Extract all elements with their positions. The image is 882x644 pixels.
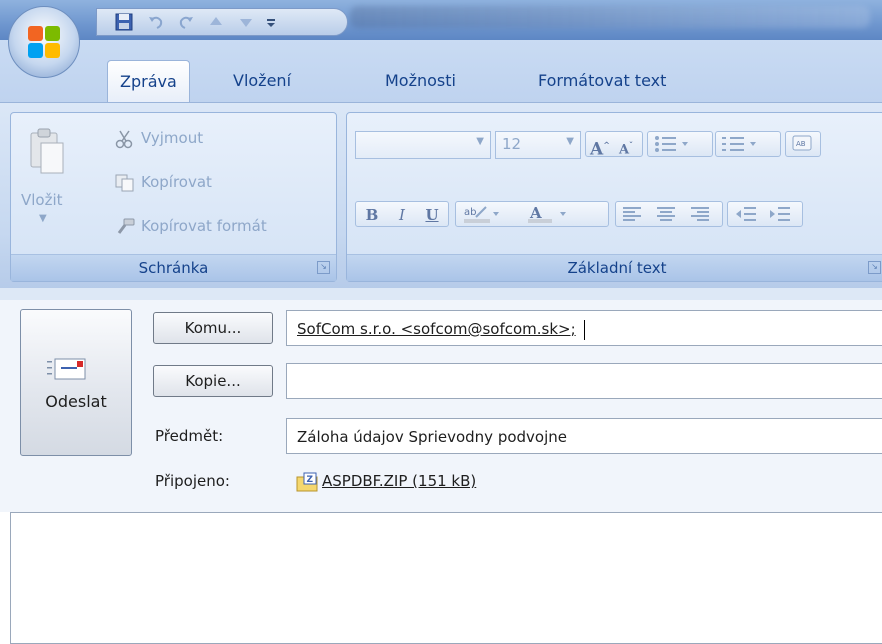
window-title-blurred	[350, 6, 870, 28]
indent-group	[727, 201, 803, 227]
format-painter-label: Kopírovat formát	[141, 217, 267, 235]
font-size-value: 12	[502, 135, 522, 153]
format-painter-icon	[117, 218, 135, 234]
send-envelope-icon	[47, 358, 86, 380]
format-painter-button[interactable]: Kopírovat formát	[111, 215, 331, 239]
zip-file-icon: Z	[296, 472, 318, 491]
svg-text:ab: ab	[464, 207, 476, 218]
send-button[interactable]: Odeslat	[20, 309, 132, 456]
text-caret	[583, 319, 585, 340]
increase-indent-icon[interactable]	[768, 205, 792, 223]
font-color-icon[interactable]: A	[526, 204, 576, 224]
highlight-fontcolor-group: ab A	[455, 201, 609, 227]
decrease-indent-icon[interactable]	[734, 205, 758, 223]
previous-item-icon[interactable]	[207, 13, 225, 31]
cut-button[interactable]: Vyjmout	[111, 127, 311, 151]
bold-button[interactable]: B	[358, 202, 386, 228]
font-size-dropdown-icon[interactable]: ▼	[566, 136, 574, 147]
bullets-button[interactable]	[647, 131, 713, 157]
highlight-icon[interactable]: ab	[462, 204, 502, 224]
font-name-combobox[interactable]: ▼	[355, 131, 491, 159]
clipboard-group: Vložit ▼ Vyjmout Kopírovat Kopírovat for…	[10, 112, 337, 282]
shrink-font-icon[interactable]: Aˇ	[612, 132, 640, 158]
to-field[interactable]: SofCom s.r.o. <sofcom@sofcom.sk>;	[286, 310, 882, 346]
italic-button[interactable]: I	[388, 202, 416, 228]
scissors-icon	[115, 130, 133, 149]
bullet-list-icon	[655, 136, 688, 152]
subject-field[interactable]: Záloha údajov Sprievodny podvojne	[286, 418, 882, 454]
office-button[interactable]	[8, 6, 80, 78]
basic-text-launcher-icon[interactable]: ↘	[868, 261, 881, 274]
customize-qat-icon[interactable]	[265, 13, 277, 31]
font-name-dropdown-icon[interactable]: ▼	[476, 136, 484, 147]
subject-label: Předmět:	[155, 427, 224, 445]
copy-icon	[115, 174, 134, 192]
attached-label: Připojeno:	[155, 472, 230, 490]
grow-font-icon[interactable]: A^	[586, 132, 614, 160]
message-body-editor[interactable]	[10, 512, 882, 644]
grow-shrink-font-buttons: A^ Aˇ	[585, 131, 643, 160]
bold-italic-underline-group: B I U	[355, 201, 449, 227]
numbering-button[interactable]	[715, 131, 781, 157]
redo-icon[interactable]	[177, 13, 195, 31]
tab-format-text[interactable]: Formátovat text	[538, 60, 666, 102]
align-center-icon[interactable]	[656, 205, 676, 223]
paste-dropdown-icon[interactable]: ▼	[39, 213, 47, 224]
quick-access-toolbar	[96, 8, 348, 36]
underline-button[interactable]: U	[418, 202, 446, 228]
align-left-icon[interactable]	[622, 205, 642, 223]
font-size-combobox[interactable]: 12 ▼	[495, 131, 581, 159]
clipboard-launcher-icon[interactable]: ↘	[317, 261, 330, 274]
paste-button[interactable]: Vložit ▼	[17, 121, 77, 241]
paste-label: Vložit	[21, 191, 63, 209]
tab-insert[interactable]: Vložení	[233, 60, 291, 102]
numbered-list-icon	[722, 137, 756, 151]
spelling-icon: AB	[792, 135, 812, 151]
send-label: Odeslat	[45, 392, 107, 411]
next-item-icon[interactable]	[237, 13, 255, 31]
attachment-field: Z ASPDBF.ZIP (151 kB)	[286, 463, 882, 499]
to-button[interactable]: Komu...	[153, 312, 273, 344]
to-recipient[interactable]: SofCom s.r.o. <sofcom@sofcom.sk>;	[297, 320, 576, 338]
svg-text:Z: Z	[307, 475, 314, 485]
save-icon[interactable]	[115, 13, 133, 31]
copy-button[interactable]: Kopírovat	[111, 171, 311, 195]
clipboard-group-label: Schránka ↘	[11, 254, 336, 281]
styles-button[interactable]: AB	[785, 131, 821, 157]
cc-button[interactable]: Kopie...	[153, 365, 273, 397]
basic-text-group: ▼ 12 ▼ A^ Aˇ AB B I U ab A Základní text…	[346, 112, 882, 282]
align-right-icon[interactable]	[690, 205, 710, 223]
cc-field[interactable]	[286, 363, 882, 399]
attachment-link[interactable]: ASPDBF.ZIP (151 kB)	[322, 472, 476, 490]
paste-icon	[30, 128, 64, 174]
svg-text:AB: AB	[796, 140, 806, 148]
basic-text-group-label: Základní text ↘	[347, 254, 882, 281]
copy-label: Kopírovat	[141, 173, 212, 191]
subject-value: Záloha údajov Sprievodny podvojne	[297, 428, 567, 446]
tab-options[interactable]: Možnosti	[385, 60, 456, 102]
undo-icon[interactable]	[147, 13, 165, 31]
tab-message[interactable]: Zpráva	[107, 60, 190, 103]
cut-label: Vyjmout	[141, 129, 204, 147]
alignment-group	[615, 201, 723, 227]
office-logo-icon	[28, 26, 60, 58]
ribbon-bottom-band	[0, 288, 882, 300]
